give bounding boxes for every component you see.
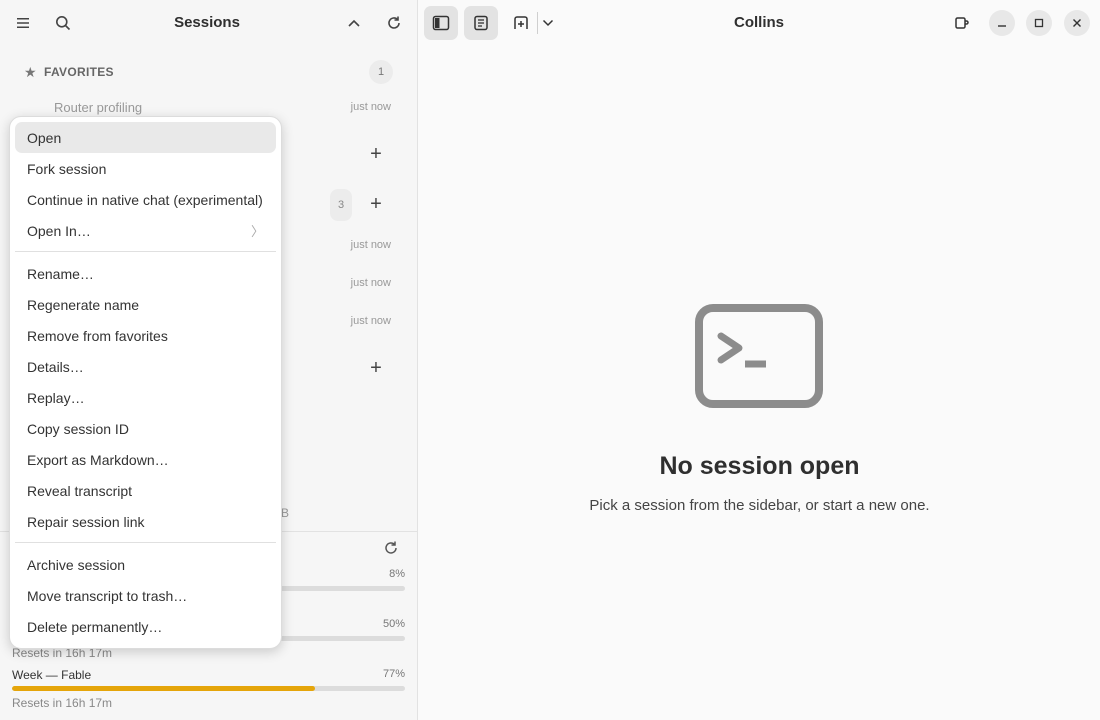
transcript-view-button[interactable] [464,6,498,40]
document-icon [474,15,488,31]
close-button[interactable] [1064,10,1090,36]
menu-item-label: Open [27,129,62,146]
menu-item-label: Delete permanently… [27,618,163,635]
menu-item-label: Details… [27,358,84,375]
menu-item-archive-session[interactable]: Archive session [15,549,276,580]
menu-separator [15,251,276,252]
menu-item-label: Repair session link [27,513,145,530]
menu-item-label: Copy session ID [27,420,129,437]
empty-state-subtitle: Pick a session from the sidebar, or star… [589,497,930,514]
collapse-button[interactable] [340,9,368,37]
menu-separator [15,542,276,543]
menu-item-label: Remove from favorites [27,327,168,344]
search-icon [56,16,71,31]
menu-item-label: Regenerate name [27,296,140,313]
menu-item-reveal-transcript[interactable]: Reveal transcript [15,475,276,506]
menu-item-remove-from-favorites[interactable]: Remove from favorites [15,320,276,351]
main-area: Collins No session open Pick a session f… [419,0,1100,720]
maximize-button[interactable] [1026,10,1052,36]
close-icon [1073,19,1081,27]
window-title: Collins [733,14,784,31]
menu-item-delete-permanently[interactable]: Delete permanently… [15,611,276,642]
toggle-sidebar-button[interactable] [424,6,458,40]
session-time: just now [350,239,391,251]
search-button[interactable] [49,9,77,37]
chevron-up-icon [348,19,360,27]
hamburger-icon [17,18,29,28]
menu-item-continue-in-native-chat-experimental[interactable]: Continue in native chat (experimental) [15,184,276,215]
add-session-button[interactable]: + [366,358,386,378]
usage-percent: 8% [389,568,405,580]
favorites-count: 1 [369,60,393,84]
app-window: Sessions ★ FAVORITES 1 Router profiling … [0,0,1100,720]
menu-item-copy-session-id[interactable]: Copy session ID [15,413,276,444]
refresh-icon [388,16,400,29]
minimize-icon [998,25,1006,27]
new-tab-icon [514,16,528,29]
session-context-menu: Open Fork session Continue in native chat … [9,116,282,649]
menu-item-label: Replay… [27,389,85,406]
usage-bar [12,686,405,691]
refresh-button[interactable] [380,9,408,37]
maximize-icon [1034,18,1044,28]
menu-item-replay[interactable]: Replay… [15,382,276,413]
minimize-button[interactable] [989,10,1015,36]
add-session-button[interactable]: + [366,144,386,164]
add-session-button[interactable]: + [366,194,386,214]
menu-item-label: Reveal transcript [27,482,133,499]
chevron-right-icon: 〉 [250,224,264,239]
sidebar-header: Sessions [0,0,418,46]
usage-refresh-button[interactable] [383,540,403,560]
menu-item-label: Export as Markdown… [27,451,169,468]
star-icon: ★ [24,63,37,80]
sidebar-title: Sessions [174,14,240,31]
menu-item-label: Move transcript to trash… [27,587,188,604]
menu-item-fork-session[interactable]: Fork session [15,153,276,184]
menu-item-rename[interactable]: Rename… [15,258,276,289]
menu-item-label: Fork session [27,160,107,177]
menu-item-repair-session-link[interactable]: Repair session link [15,506,276,537]
favorites-label: FAVORITES [44,65,114,79]
cast-button[interactable] [945,6,979,40]
cup-icon [955,17,969,29]
chevron-down-icon [542,19,554,27]
session-title[interactable]: Router profiling [54,100,142,115]
menu-item-label: Archive session [27,556,126,573]
refresh-icon [385,541,397,554]
menu-item-label: Open In… [27,222,91,239]
menu-item-regenerate-name[interactable]: Regenerate name [15,289,276,320]
menu-item-move-transcript-to-trash[interactable]: Move transcript to trash… [15,580,276,611]
usage-bar-fill [12,686,315,691]
menu-item-label: Continue in native chat (experimental) [27,191,263,208]
new-tab-dropdown-button[interactable] [532,6,564,40]
sidebar-toggle-icon [432,15,450,31]
main-menu-button[interactable] [9,9,37,37]
terminal-icon [695,304,823,408]
usage-percent: 77% [382,668,405,680]
partial-text: B [281,506,290,520]
menu-item-details[interactable]: Details… [15,351,276,382]
favorites-section-header[interactable]: ★ FAVORITES [24,62,394,82]
empty-state-title: No session open [659,452,860,480]
session-time: just now [350,277,391,289]
menu-item-open-in[interactable]: Open In… 〉 [15,215,276,246]
menu-item-open[interactable]: Open [15,122,276,153]
menu-item-label: Rename… [27,265,94,282]
usage-percent: 50% [382,618,405,630]
session-time: just now [350,101,391,113]
usage-reset: Resets in 16h 17m [12,696,113,710]
group-count-badge: 3 [330,189,352,221]
menu-item-export-as-markdown[interactable]: Export as Markdown… [15,444,276,475]
usage-name: Week — Fable [12,668,92,682]
session-time: just now [350,315,391,327]
